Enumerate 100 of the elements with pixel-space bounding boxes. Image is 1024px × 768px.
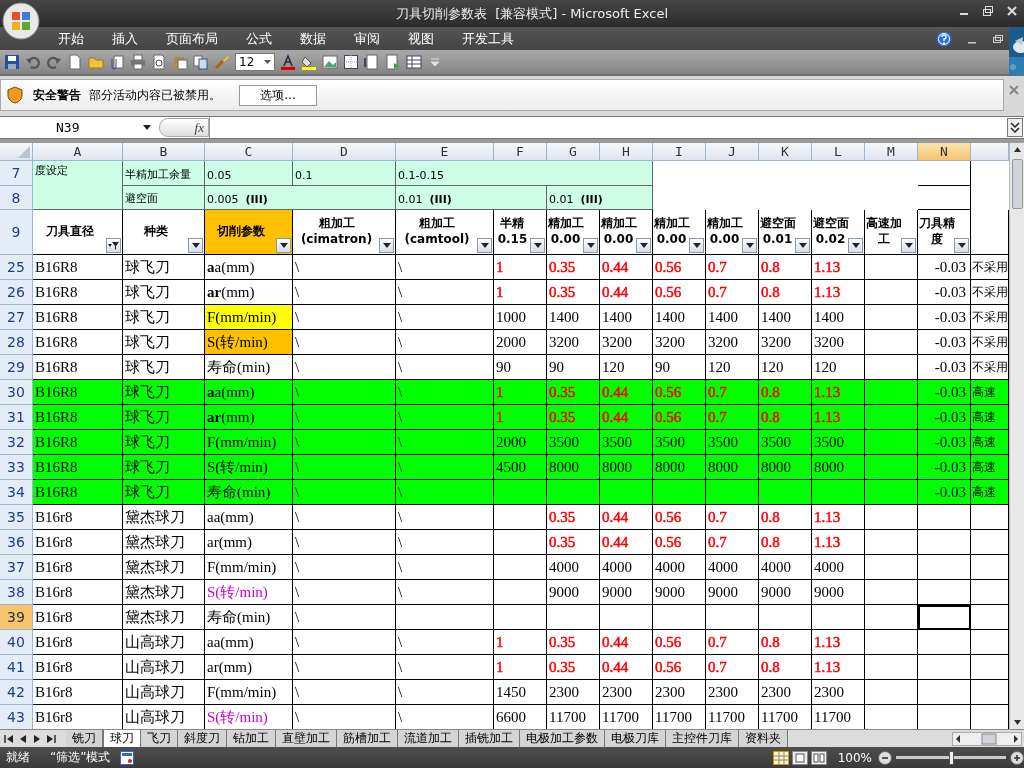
filter-button[interactable] [188, 238, 203, 253]
sheet-tab[interactable]: 电极加工参数 [520, 730, 605, 747]
row-header[interactable]: 32 [0, 430, 33, 455]
page-layout-view-icon[interactable] [791, 750, 808, 765]
picture-icon[interactable] [322, 54, 338, 70]
ribbon-tab[interactable]: 视图 [394, 27, 448, 50]
row-header[interactable]: 36 [0, 530, 33, 555]
slider-thumb[interactable] [949, 750, 954, 765]
row-header[interactable]: 37 [0, 555, 33, 580]
insert-function-button[interactable]: fx [194, 119, 204, 136]
row-header[interactable]: 29 [0, 355, 33, 380]
previous-sheet-icon[interactable] [18, 734, 28, 743]
copy-icon[interactable] [193, 54, 209, 70]
row-header[interactable]: 31 [0, 405, 33, 430]
row-header[interactable]: 26 [0, 280, 33, 305]
ribbon-tab[interactable]: 开始 [44, 27, 98, 50]
row-header[interactable]: 8 [0, 186, 33, 210]
row-header[interactable]: 39 [0, 605, 33, 630]
ribbon-tab[interactable]: 公式 [232, 27, 286, 50]
row-header[interactable]: 34 [0, 480, 33, 505]
filter-button[interactable] [583, 238, 598, 253]
row-header[interactable]: 27 [0, 305, 33, 330]
row-header[interactable]: 42 [0, 680, 33, 705]
column-header[interactable]: C [205, 143, 293, 161]
page-break-view-icon[interactable] [810, 750, 827, 765]
font-color-icon[interactable] [280, 54, 296, 70]
print-preview-icon[interactable] [151, 54, 167, 70]
expand-icon[interactable] [1007, 118, 1023, 137]
row-header[interactable]: 33 [0, 455, 33, 480]
sheet-tab[interactable]: 铣刀 [66, 730, 103, 747]
row-header[interactable]: 25 [0, 255, 33, 280]
column-header[interactable]: F [494, 143, 547, 161]
sheet-tab[interactable]: 飞刀 [141, 730, 178, 747]
row-header[interactable]: 30 [0, 380, 33, 405]
dropdown-arrow-icon[interactable] [143, 125, 151, 130]
row-header[interactable]: 41 [0, 655, 33, 680]
save-icon[interactable] [4, 54, 20, 70]
fill-color-icon[interactable] [301, 54, 317, 70]
sheet-tab[interactable]: 电极刀库 [605, 730, 666, 747]
last-sheet-icon[interactable] [46, 734, 56, 743]
column-header[interactable]: G [547, 143, 600, 161]
ribbon-tab[interactable]: 页面布局 [152, 27, 232, 50]
options-button[interactable]: 选项... [239, 84, 317, 106]
sheet-tab[interactable]: 直壁加工 [276, 730, 337, 747]
scrollbar-thumb[interactable] [1011, 159, 1023, 209]
row-header[interactable]: 9 [0, 210, 33, 255]
normal-view-icon[interactable] [772, 750, 789, 765]
name-box[interactable]: N39 [0, 120, 155, 135]
ribbon-tab[interactable]: 开发工具 [448, 27, 528, 50]
border-icon[interactable] [343, 54, 359, 70]
restore-icon[interactable] [992, 33, 1004, 45]
font-size-field[interactable]: 12 [235, 53, 275, 71]
row-header[interactable]: 28 [0, 330, 33, 355]
sheet-tab[interactable]: 主控件刀库 [666, 730, 739, 747]
column-header[interactable]: H [600, 143, 653, 161]
filter-button[interactable] [901, 238, 916, 253]
next-sheet-icon[interactable] [32, 734, 42, 743]
sheet-tab[interactable]: 钻加工 [227, 730, 276, 747]
column-header[interactable]: M [865, 143, 918, 161]
redo-icon[interactable] [46, 54, 62, 70]
sheet-tab[interactable]: 斜度刀 [178, 730, 227, 747]
first-sheet-icon[interactable] [4, 734, 14, 743]
filter-button[interactable] [954, 238, 969, 253]
column-header[interactable]: E [396, 143, 494, 161]
zoom-out-icon[interactable] [878, 750, 892, 765]
filter-button[interactable] [848, 238, 863, 253]
dropdown-arrow-icon[interactable] [264, 60, 271, 64]
table-icon[interactable] [406, 54, 422, 70]
document-icon[interactable] [67, 54, 83, 70]
attachment-icon[interactable] [109, 54, 125, 70]
column-header[interactable]: J [706, 143, 759, 161]
vertical-scrollbar[interactable] [1009, 143, 1024, 729]
sheet-tab[interactable]: 资料夹 [739, 730, 788, 747]
zoom-level[interactable]: 100% [837, 750, 872, 765]
selected-cell[interactable] [918, 605, 971, 630]
filter-button[interactable] [276, 238, 291, 253]
page-icon[interactable] [364, 54, 380, 70]
filter-button[interactable] [795, 238, 810, 253]
column-header[interactable]: L [812, 143, 865, 161]
row-header[interactable]: 40 [0, 630, 33, 655]
filter-button[interactable] [530, 238, 545, 253]
column-header[interactable]: N [918, 143, 971, 161]
undo-icon[interactable] [25, 54, 41, 70]
filter-button[interactable] [742, 238, 757, 253]
page-setup-icon[interactable] [385, 54, 401, 70]
printer-icon[interactable] [130, 54, 146, 70]
column-header[interactable]: B [123, 143, 205, 161]
sheet-tab[interactable]: 球刀 [103, 730, 141, 747]
sheet-tab[interactable]: 插铣加工 [459, 730, 520, 747]
filter-button[interactable] [477, 238, 492, 253]
macro-record-icon[interactable] [120, 750, 135, 765]
row-header[interactable]: 38 [0, 580, 33, 605]
row-header[interactable]: 35 [0, 505, 33, 530]
paste-icon[interactable] [172, 54, 188, 70]
zoom-in-icon[interactable] [1010, 750, 1024, 765]
sheet-tab[interactable]: 筋槽加工 [337, 730, 398, 747]
filter-button[interactable] [689, 238, 704, 253]
horizontal-scrollbar[interactable] [952, 731, 1022, 746]
sheet-tab[interactable]: 流道加工 [398, 730, 459, 747]
column-header[interactable]: K [759, 143, 812, 161]
